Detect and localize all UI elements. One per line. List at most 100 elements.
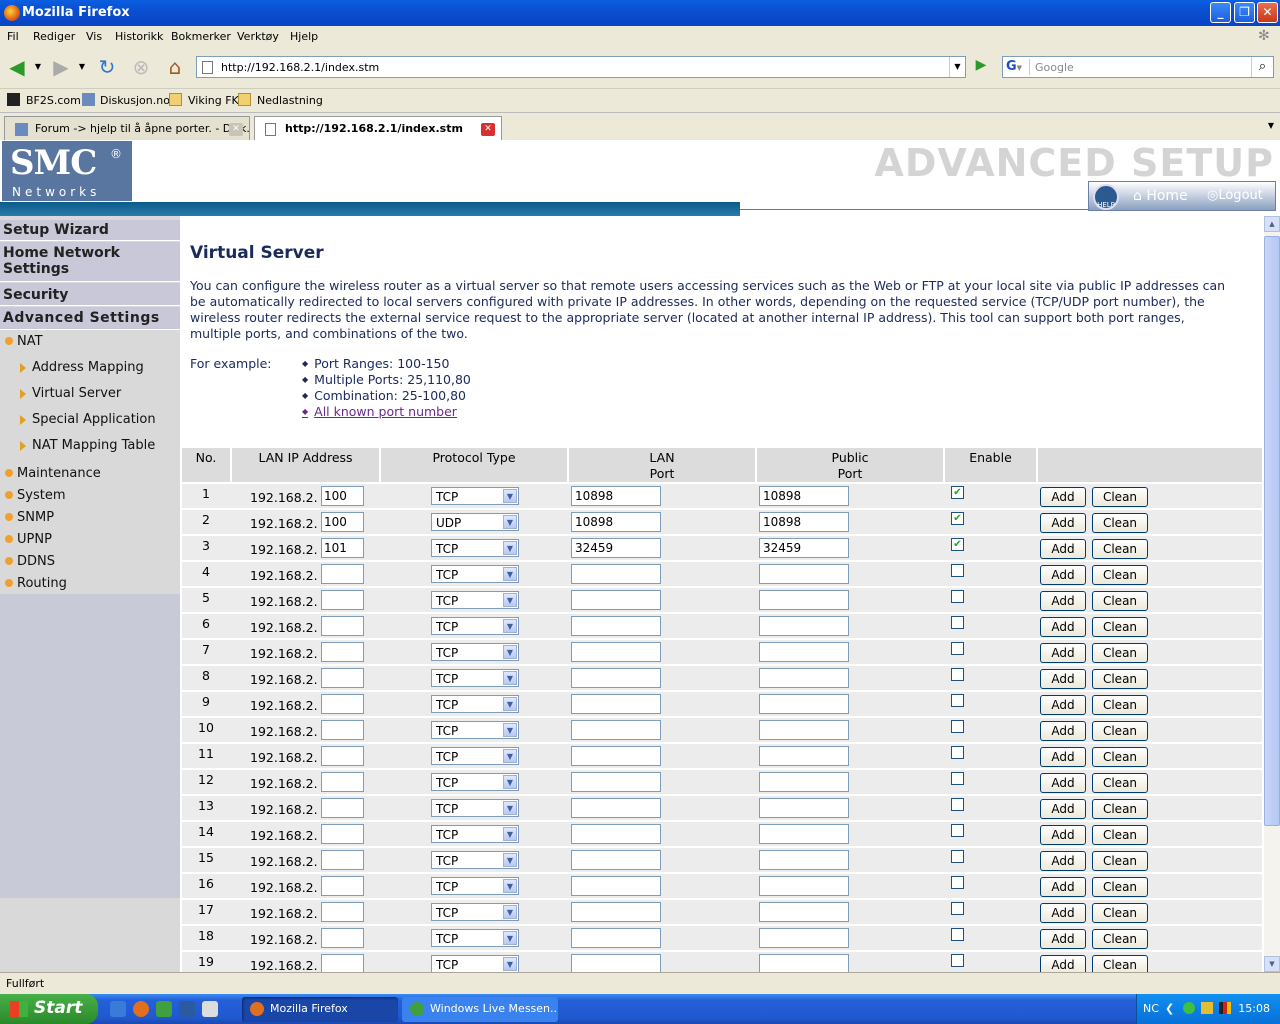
help-icon[interactable]: HELP: [1093, 184, 1119, 210]
add-button[interactable]: Add: [1040, 799, 1086, 819]
public-port-input[interactable]: [759, 746, 849, 766]
back-icon[interactable]: ◀: [4, 54, 30, 80]
enable-checkbox[interactable]: [951, 694, 964, 707]
sidebar-upnp[interactable]: UPNP: [17, 532, 52, 547]
lan-port-input[interactable]: [571, 616, 661, 636]
firefox-quicklaunch-icon[interactable]: [133, 1001, 149, 1017]
menu-bookmarks[interactable]: Bokmerker: [171, 30, 231, 43]
add-button[interactable]: Add: [1040, 539, 1086, 559]
enable-checkbox[interactable]: [951, 928, 964, 941]
minimize-button[interactable]: _: [1210, 2, 1231, 23]
search-icon[interactable]: ⌕: [1251, 57, 1273, 77]
add-button[interactable]: Add: [1040, 669, 1086, 689]
task-firefox[interactable]: Mozilla Firefox: [242, 997, 398, 1022]
public-port-input[interactable]: [759, 616, 849, 636]
protocol-select[interactable]: TCP ▼: [431, 799, 519, 817]
menu-tools[interactable]: Verktøy: [237, 30, 279, 43]
ip-last-octet-input[interactable]: [321, 954, 364, 972]
sidebar-maintenance[interactable]: Maintenance: [17, 466, 101, 481]
sidebar-ddns[interactable]: DDNS: [17, 554, 55, 569]
ip-last-octet-input[interactable]: [321, 642, 364, 662]
public-port-input[interactable]: 10898: [759, 486, 849, 506]
url-bar[interactable]: http://192.168.2.1/index.stm ▼: [196, 56, 966, 78]
protocol-select[interactable]: TCP ▼: [431, 747, 519, 765]
ip-last-octet-input[interactable]: [321, 928, 364, 948]
add-button[interactable]: Add: [1040, 903, 1086, 923]
url-dropdown-icon[interactable]: ▼: [949, 57, 965, 77]
sidebar-virtual-server[interactable]: Virtual Server: [32, 386, 121, 401]
messenger-quicklaunch-icon[interactable]: [179, 1001, 195, 1017]
add-button[interactable]: Add: [1040, 955, 1086, 972]
forward-icon[interactable]: ▶: [48, 54, 74, 80]
clean-button[interactable]: Clean: [1092, 591, 1148, 611]
add-button[interactable]: Add: [1040, 721, 1086, 741]
enable-checkbox[interactable]: [951, 798, 964, 811]
add-button[interactable]: Add: [1040, 825, 1086, 845]
clean-button[interactable]: Clean: [1092, 955, 1148, 972]
clean-button[interactable]: Clean: [1092, 851, 1148, 871]
ip-last-octet-input[interactable]: [321, 616, 364, 636]
public-port-input[interactable]: [759, 928, 849, 948]
lan-port-input[interactable]: 10898: [571, 486, 661, 506]
close-tab-icon[interactable]: ✕: [229, 123, 243, 136]
scroll-up-icon[interactable]: ▲: [1264, 216, 1280, 232]
enable-checkbox[interactable]: [951, 954, 964, 967]
add-button[interactable]: Add: [1040, 877, 1086, 897]
protocol-select[interactable]: TCP ▼: [431, 851, 519, 869]
bookmark-nedlastning[interactable]: Nedlastning: [257, 94, 323, 107]
messenger-tray-icon[interactable]: [1183, 1002, 1195, 1014]
enable-checkbox[interactable]: [951, 824, 964, 837]
desktop-icon[interactable]: [202, 1001, 218, 1017]
enable-checkbox[interactable]: [951, 850, 964, 863]
protocol-select[interactable]: TCP ▼: [431, 643, 519, 661]
clean-button[interactable]: Clean: [1092, 643, 1148, 663]
add-button[interactable]: Add: [1040, 773, 1086, 793]
add-button[interactable]: Add: [1040, 591, 1086, 611]
sidebar-advanced-settings[interactable]: Advanced Settings: [0, 307, 180, 330]
protocol-select[interactable]: TCP ▼: [431, 955, 519, 972]
public-port-input[interactable]: [759, 564, 849, 584]
enable-checkbox[interactable]: [951, 668, 964, 681]
ip-last-octet-input[interactable]: [321, 876, 364, 896]
tab-forum[interactable]: Forum -> hjelp til å åpne porter. - Disk…: [4, 116, 250, 140]
enable-checkbox[interactable]: [951, 720, 964, 733]
sidebar-nat[interactable]: NAT: [17, 334, 43, 349]
clean-button[interactable]: Clean: [1092, 799, 1148, 819]
menu-edit[interactable]: Rediger: [33, 30, 75, 43]
ip-last-octet-input[interactable]: [321, 746, 364, 766]
add-button[interactable]: Add: [1040, 929, 1086, 949]
clean-button[interactable]: Clean: [1092, 747, 1148, 767]
public-port-input[interactable]: [759, 876, 849, 896]
enable-checkbox[interactable]: [951, 902, 964, 915]
tab-router[interactable]: http://192.168.2.1/index.stm ✕: [254, 116, 502, 142]
enable-checkbox[interactable]: [951, 590, 964, 603]
menu-view[interactable]: Vis: [86, 30, 102, 43]
add-button[interactable]: Add: [1040, 513, 1086, 533]
public-port-input[interactable]: [759, 668, 849, 688]
lan-port-input[interactable]: [571, 850, 661, 870]
enable-checkbox[interactable]: [951, 616, 964, 629]
protocol-select[interactable]: TCP ▼: [431, 539, 519, 557]
lan-port-input[interactable]: [571, 590, 661, 610]
protocol-select[interactable]: TCP ▼: [431, 695, 519, 713]
clean-button[interactable]: Clean: [1092, 695, 1148, 715]
forward-dropdown-icon[interactable]: ▼: [76, 54, 88, 80]
ip-last-octet-input[interactable]: [321, 824, 364, 844]
ip-last-octet-input[interactable]: [321, 850, 364, 870]
enable-checkbox[interactable]: ✔: [951, 538, 964, 551]
public-port-input[interactable]: [759, 694, 849, 714]
close-button[interactable]: ✕: [1257, 2, 1278, 23]
lan-port-input[interactable]: [571, 746, 661, 766]
sidebar-security[interactable]: Security: [0, 283, 180, 306]
lan-port-input[interactable]: [571, 564, 661, 584]
protocol-select[interactable]: TCP ▼: [431, 877, 519, 895]
protocol-select[interactable]: TCP ▼: [431, 903, 519, 921]
protocol-select[interactable]: TCP ▼: [431, 773, 519, 791]
ip-last-octet-input[interactable]: 100: [321, 486, 364, 506]
start-button[interactable]: Start: [0, 994, 98, 1024]
home-link[interactable]: ⌂ Home: [1133, 188, 1188, 204]
reload-icon[interactable]: ↻: [94, 54, 120, 80]
public-port-input[interactable]: 10898: [759, 512, 849, 532]
protocol-select[interactable]: TCP ▼: [431, 565, 519, 583]
add-button[interactable]: Add: [1040, 487, 1086, 507]
